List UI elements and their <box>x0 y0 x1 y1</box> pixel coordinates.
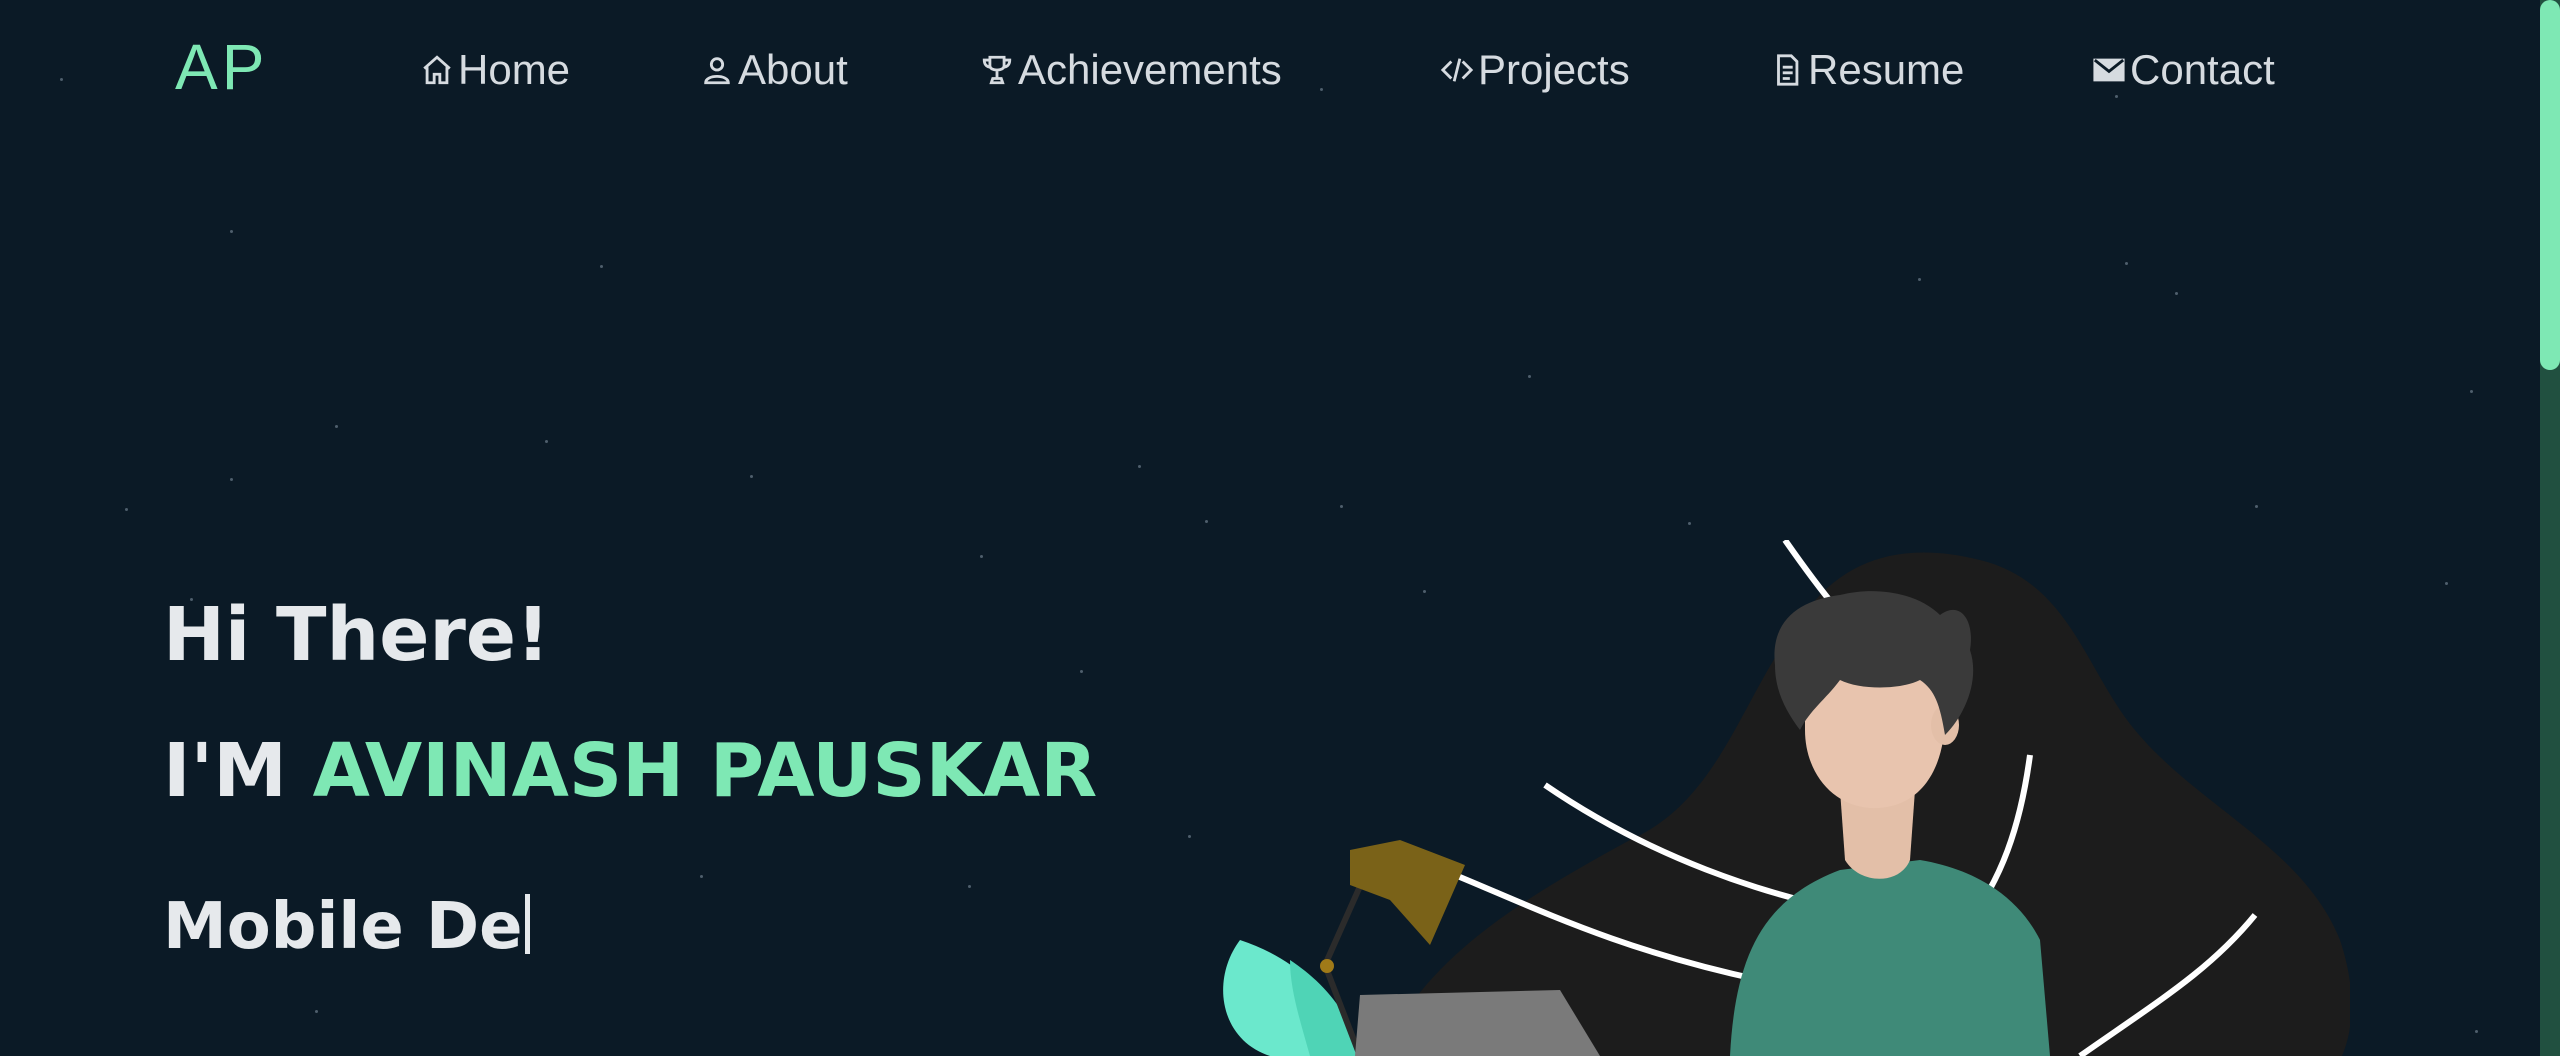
lamp-head <box>1350 840 1465 945</box>
hero-greeting: Hi There! <box>163 592 550 678</box>
typing-caret <box>524 894 530 954</box>
logo[interactable]: AP <box>175 30 268 104</box>
nav-home[interactable]: Home <box>420 40 570 100</box>
lamp-joint <box>1320 959 1334 973</box>
nav-about[interactable]: About <box>700 40 848 100</box>
document-icon <box>1777 54 1799 86</box>
scrollbar-thumb[interactable] <box>2540 0 2560 370</box>
nav-projects[interactable]: Projects <box>1440 40 1630 100</box>
developer-illustration <box>1223 540 2350 1056</box>
mail-icon <box>2093 58 2125 82</box>
nav-resume-label: Resume <box>1808 46 1965 93</box>
laptop <box>1355 990 1600 1056</box>
nav-about-label: About <box>738 46 848 93</box>
hero-name-line: I'M AVINASH PAUSKAR <box>163 728 1097 814</box>
typing-text: Mobile De <box>163 890 523 964</box>
nav-contact[interactable]: Contact <box>2092 40 2275 100</box>
nav-achievements[interactable]: Achievements <box>980 40 1282 100</box>
hero-name-prefix: I'M <box>163 728 287 814</box>
navbar: AP Home About Achievements Projects Resu… <box>0 0 2520 140</box>
nav-projects-label: Projects <box>1478 46 1630 93</box>
trophy-icon <box>982 55 1012 85</box>
home-icon <box>423 55 451 85</box>
code-icon <box>1440 58 1474 82</box>
nav-home-label: Home <box>458 46 571 93</box>
lamp-arm <box>1322 873 1368 967</box>
nav-achievements-label: Achievements <box>1018 46 1282 93</box>
nav-resume[interactable]: Resume <box>1770 40 1964 100</box>
hero-typing-role: Mobile De <box>163 890 530 964</box>
user-icon <box>704 57 730 85</box>
hero-name: AVINASH PAUSKAR <box>312 728 1098 814</box>
nav-contact-label: Contact <box>2130 46 2275 93</box>
